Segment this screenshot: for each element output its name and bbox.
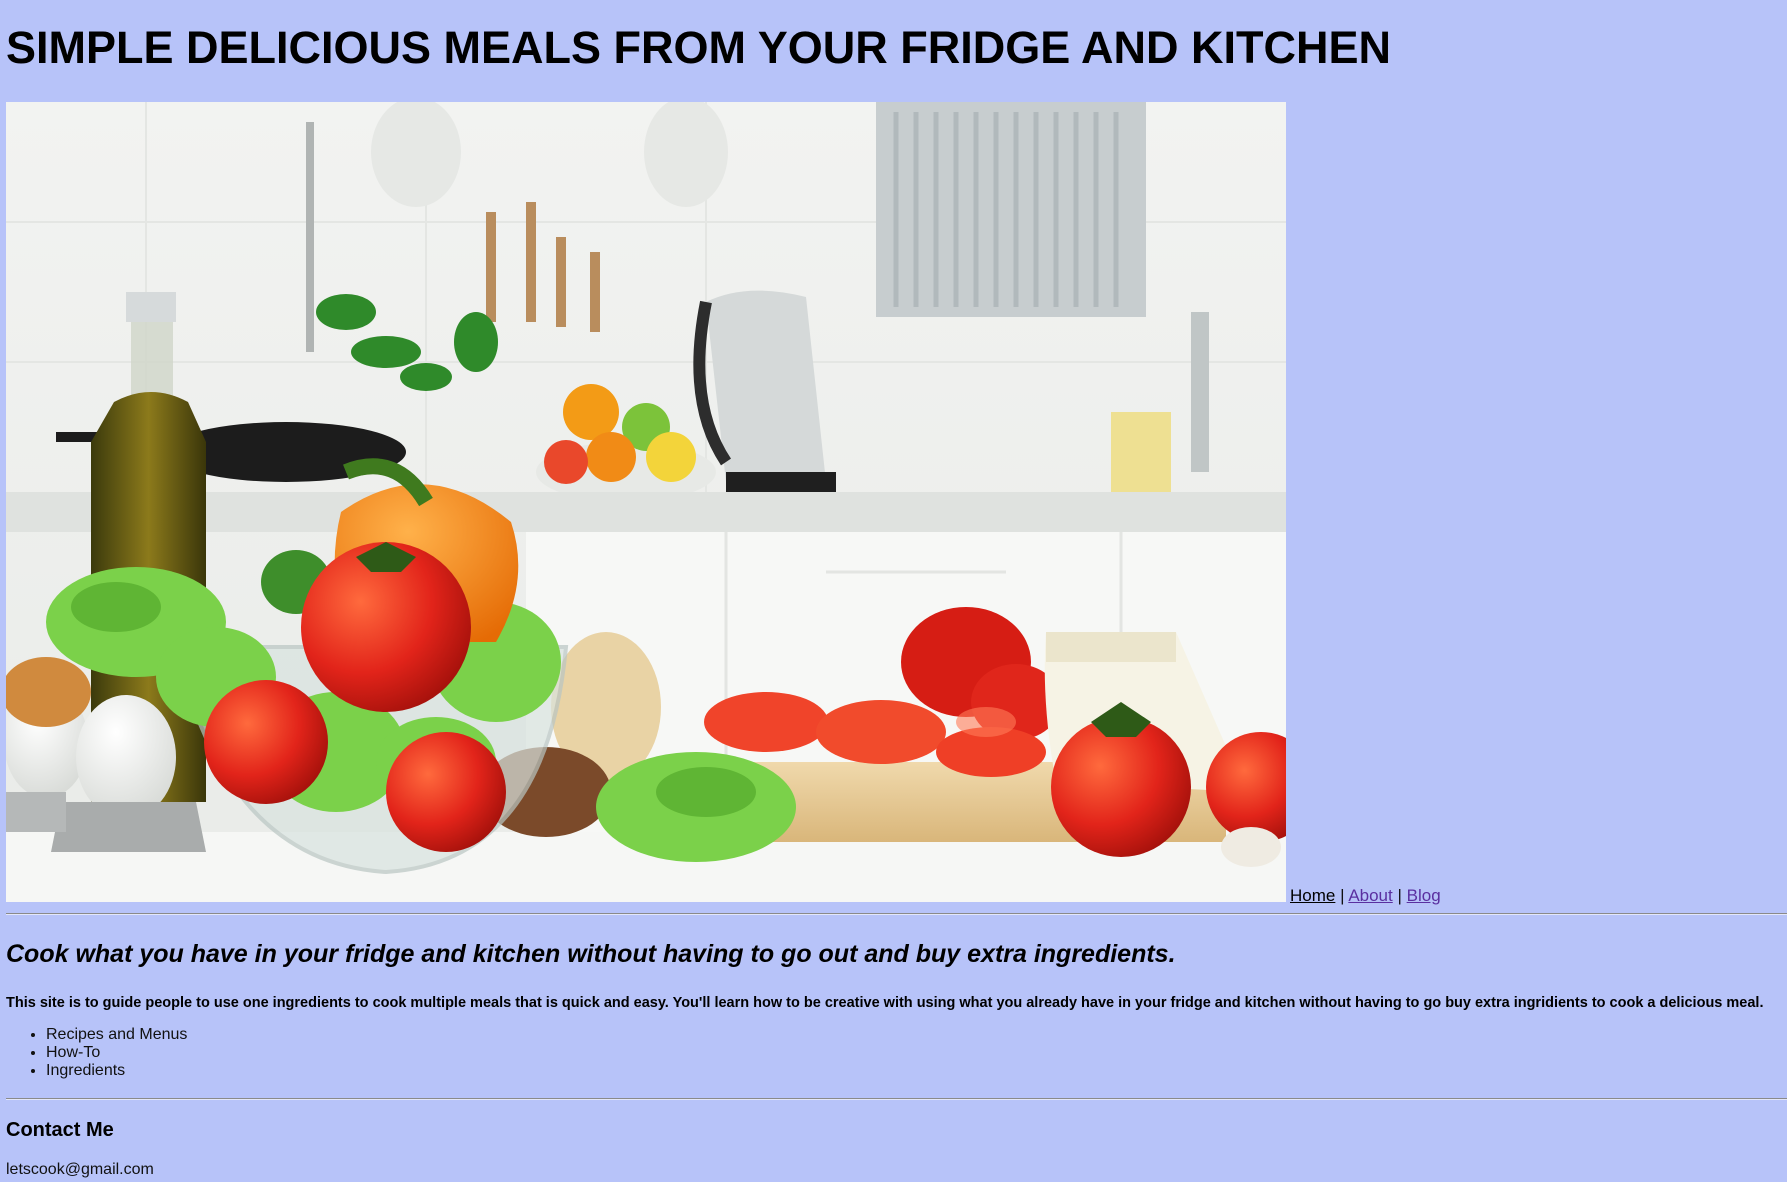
- page-title: SIMPLE DELICIOUS MEALS FROM YOUR FRIDGE …: [6, 22, 1392, 73]
- tagline: Cook what you have in your fridge and ki…: [6, 940, 1176, 968]
- list-item: Ingredients: [46, 1062, 187, 1080]
- nav-link-blog[interactable]: Blog: [1407, 886, 1441, 905]
- list-item: How-To: [46, 1044, 187, 1062]
- list-item: Recipes and Menus: [46, 1026, 187, 1044]
- nav-link-home[interactable]: Home: [1290, 886, 1335, 905]
- contact-heading: Contact Me: [6, 1119, 114, 1141]
- nav-separator: |: [1397, 886, 1402, 905]
- main-nav: Home | About | Blog: [1290, 886, 1441, 906]
- topic-list: Recipes and Menus How-To Ingredients: [6, 1026, 187, 1080]
- nav-separator: |: [1340, 886, 1345, 905]
- nav-link-about[interactable]: About: [1348, 886, 1392, 905]
- page: SIMPLE DELICIOUS MEALS FROM YOUR FRIDGE …: [0, 0, 1787, 1182]
- hero-image: [6, 102, 1286, 902]
- divider: [6, 913, 1787, 915]
- contact-email: letscook@gmail.com: [6, 1161, 154, 1178]
- divider: [6, 1098, 1787, 1100]
- intro-paragraph: This site is to guide people to use one …: [6, 995, 1764, 1011]
